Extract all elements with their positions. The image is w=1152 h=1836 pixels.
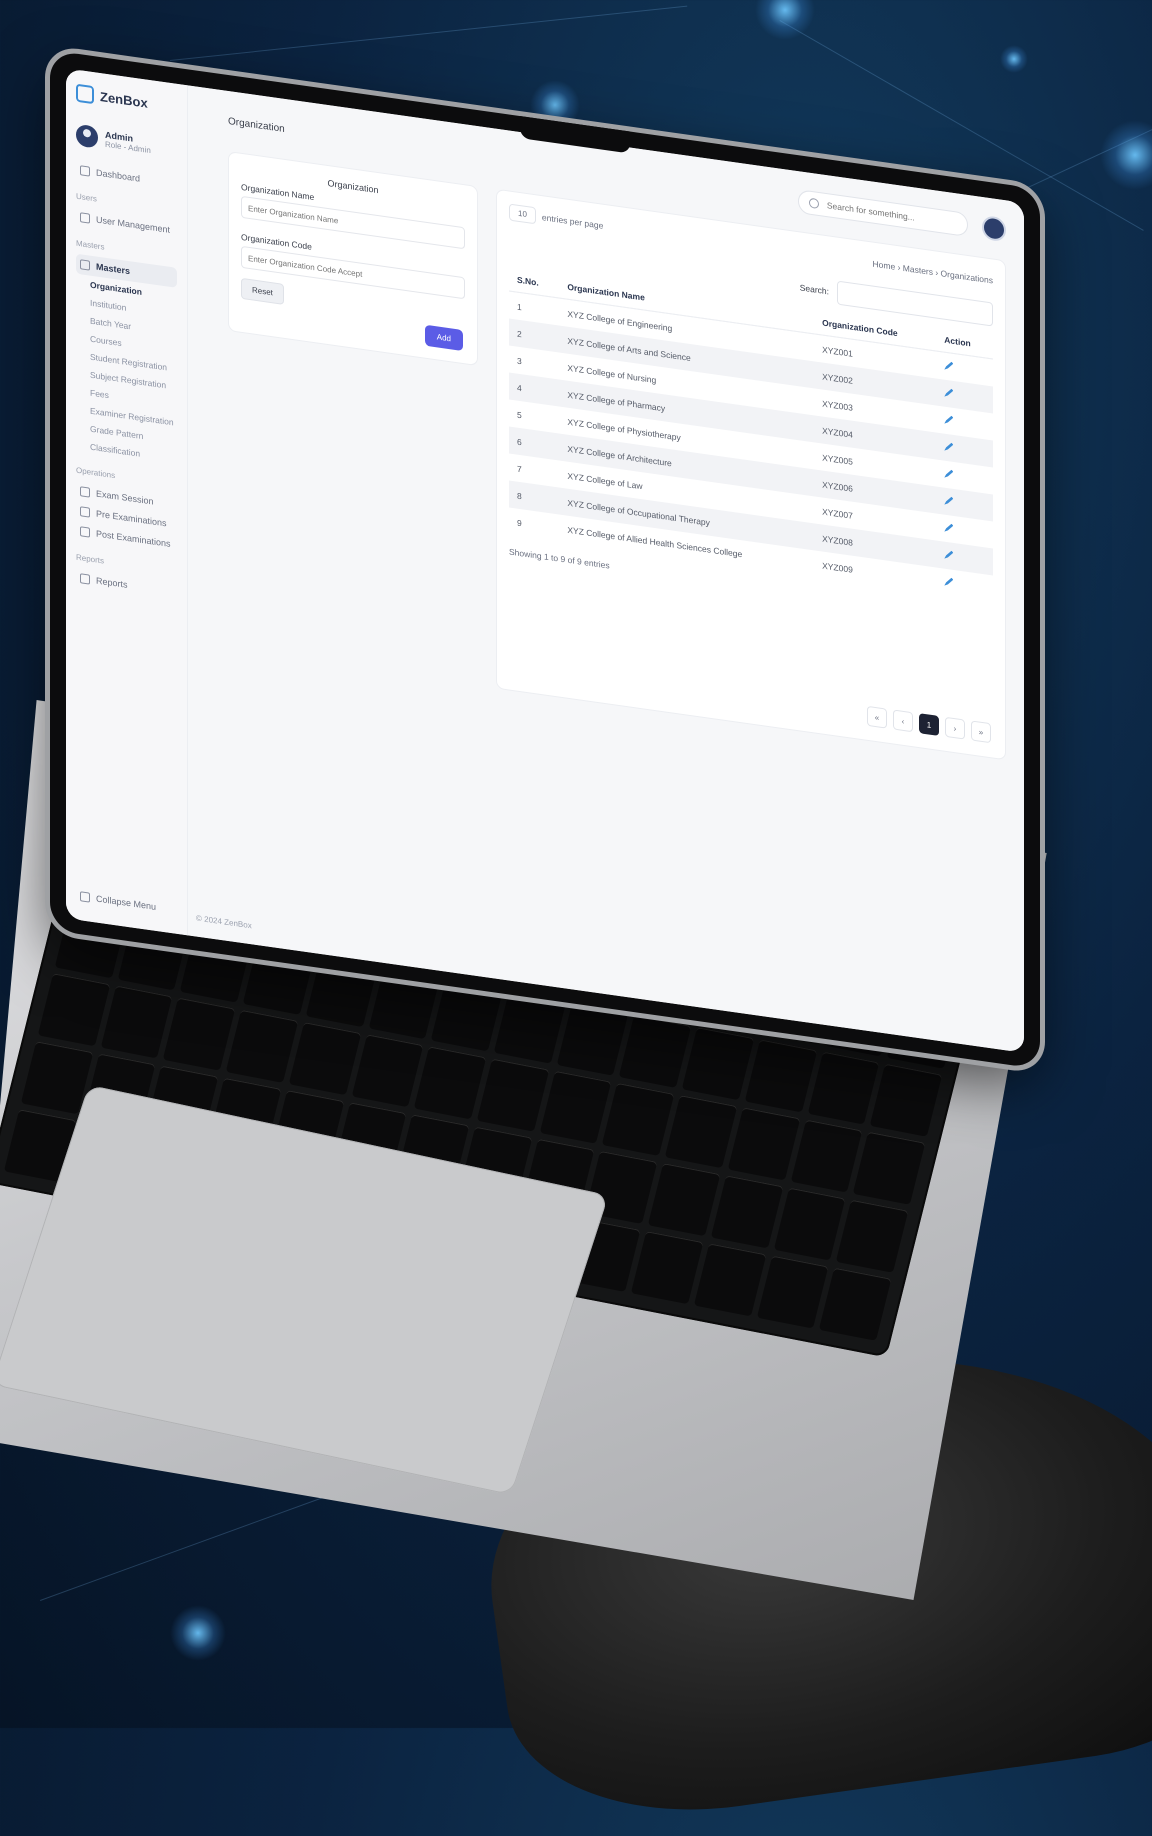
add-button[interactable]: Add <box>424 324 463 352</box>
keyboard-key <box>836 1199 909 1273</box>
calendar-icon <box>80 486 90 498</box>
edit-icon[interactable] <box>944 523 953 533</box>
pagination: «‹ 1 ›» <box>867 705 991 744</box>
keyboard-key <box>710 1175 783 1249</box>
keyboard-key <box>853 1131 926 1205</box>
keyboard-key <box>664 1095 738 1169</box>
keyboard-key <box>288 1022 361 1096</box>
edit-icon[interactable] <box>944 415 953 425</box>
pagination-button[interactable]: › <box>945 716 965 740</box>
table-search-label: Search: <box>799 282 829 297</box>
edit-icon[interactable] <box>944 577 953 587</box>
main-content: Organization Organization Organization N… <box>188 85 1024 1053</box>
glow-node <box>1100 120 1152 190</box>
profile-avatar-icon[interactable] <box>982 214 1006 243</box>
pagination-button[interactable]: « <box>867 705 887 729</box>
keyboard-key <box>619 1014 692 1088</box>
network-line <box>170 5 688 61</box>
edit-icon[interactable] <box>944 496 953 506</box>
keyboard-key <box>727 1107 800 1181</box>
keyboard-key <box>773 1187 846 1261</box>
keyboard-key <box>681 1027 755 1101</box>
sidebar: ZenBox Admin Role - Admin Dashboard User… <box>66 68 188 936</box>
reset-button[interactable]: Reset <box>241 277 284 305</box>
edit-icon[interactable] <box>944 361 953 371</box>
brand-logo[interactable]: ZenBox <box>76 83 177 116</box>
keyboard-key <box>870 1063 943 1137</box>
keyboard-key <box>476 1058 549 1132</box>
edit-icon[interactable] <box>944 442 953 452</box>
document-icon <box>80 526 90 538</box>
glow-node <box>1000 45 1028 73</box>
laptop-lid: ZenBox Admin Role - Admin Dashboard User… <box>50 50 1040 1070</box>
edit-icon[interactable] <box>944 469 953 479</box>
keyboard-key <box>539 1070 612 1144</box>
search-icon <box>809 197 819 210</box>
keyboard-key <box>493 990 566 1064</box>
keyboard-key <box>756 1255 829 1329</box>
glow-node <box>170 1605 226 1661</box>
document-icon <box>80 506 90 518</box>
edit-icon[interactable] <box>944 388 953 398</box>
user-profile[interactable]: Admin Role - Admin <box>76 123 177 160</box>
keyboard-key <box>414 1046 487 1120</box>
table-cell-sno: 9 <box>517 517 522 528</box>
organization-form: Organization Organization Name Organizat… <box>228 151 478 367</box>
keyboard-key <box>163 997 236 1071</box>
report-icon <box>80 573 90 585</box>
users-icon <box>80 212 90 224</box>
edit-icon[interactable] <box>944 550 953 560</box>
keyboard-key <box>225 1009 299 1083</box>
pagination-button[interactable]: » <box>971 720 991 744</box>
network-line <box>40 1497 323 1601</box>
organization-table-card: 10 entries per page Home › Masters › Org… <box>496 188 1006 761</box>
collapse-icon <box>80 891 90 903</box>
global-search-input[interactable] <box>824 198 957 230</box>
keyboard-key <box>790 1119 863 1193</box>
keyboard-key <box>807 1051 880 1125</box>
keyboard-key <box>631 1231 704 1305</box>
keyboard-key <box>37 973 110 1047</box>
pagination-button[interactable]: ‹ <box>893 709 913 733</box>
entries-label: entries per page <box>541 211 604 231</box>
keyboard-key <box>602 1082 675 1156</box>
keyboard-key <box>693 1243 766 1317</box>
global-search[interactable] <box>798 189 968 238</box>
masters-submenu: Organization Institution Batch Year Courses… <box>76 274 177 468</box>
brand-name: ZenBox <box>100 88 148 111</box>
keyboard-key <box>819 1267 892 1341</box>
dashboard-icon <box>80 165 90 177</box>
masters-icon <box>80 259 90 271</box>
page-title: Organization <box>228 115 285 135</box>
pagination-button[interactable]: 1 <box>919 713 939 736</box>
laptop-screen: ZenBox Admin Role - Admin Dashboard User… <box>66 68 1024 1053</box>
keyboard-key <box>647 1163 721 1237</box>
sidebar-item-dashboard[interactable]: Dashboard <box>76 160 177 194</box>
logo-icon <box>76 83 94 105</box>
app-footer: © 2024 ZenBox <box>196 913 252 931</box>
app-window: ZenBox Admin Role - Admin Dashboard User… <box>66 68 1024 1053</box>
user-avatar-icon <box>76 123 98 149</box>
keyboard-key <box>744 1039 817 1113</box>
keyboard-key <box>351 1034 424 1108</box>
organization-table: S.No. Organization Name Organization Cod… <box>509 266 993 603</box>
keyboard-key <box>556 1002 629 1076</box>
page-size-select[interactable]: 10 <box>509 203 536 225</box>
keyboard-key <box>100 985 173 1059</box>
breadcrumb: Home › Masters › Organizations <box>872 258 993 286</box>
glow-node <box>755 0 815 40</box>
collapse-menu-button[interactable]: Collapse Menu <box>76 886 160 918</box>
